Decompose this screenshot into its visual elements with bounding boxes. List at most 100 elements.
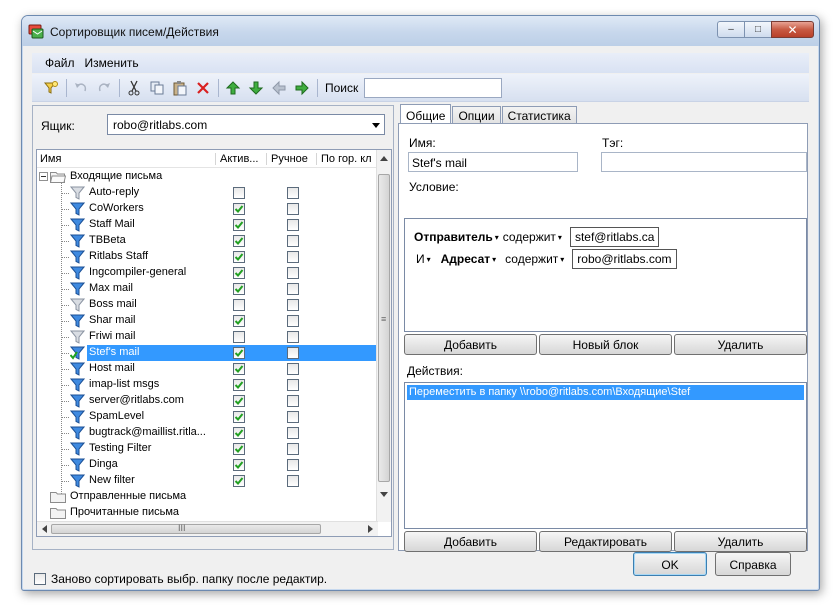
condition-operator[interactable]: содержит (503, 230, 556, 244)
horizontal-scroll-thumb[interactable]: III (51, 523, 321, 534)
maximize-button[interactable]: □ (744, 21, 771, 38)
filter-row[interactable]: Stef's mail (37, 345, 376, 361)
dropdown-arrow-icon[interactable]: ▾ (558, 233, 562, 242)
filter-tree[interactable]: Имя Актив... Ручное По гор. кл Входящие … (36, 149, 392, 537)
active-checkbox[interactable] (233, 203, 245, 215)
filter-row[interactable]: Ritlabs Staff (37, 249, 376, 265)
active-checkbox[interactable] (233, 219, 245, 231)
active-checkbox[interactable] (233, 347, 245, 359)
manual-checkbox[interactable] (287, 427, 299, 439)
dropdown-arrow-icon[interactable]: ▾ (495, 233, 499, 242)
filter-row[interactable]: Boss mail (37, 297, 376, 313)
scroll-left-icon[interactable] (41, 525, 47, 533)
manual-checkbox[interactable] (287, 267, 299, 279)
active-checkbox[interactable] (233, 315, 245, 327)
minimize-button[interactable]: – (717, 21, 744, 38)
name-input[interactable]: Stef's mail (408, 152, 578, 172)
add-condition-button[interactable]: Добавить (404, 334, 537, 355)
filter-row[interactable]: TBBeta (37, 233, 376, 249)
tag-input[interactable] (601, 152, 807, 172)
ok-button[interactable]: OK (633, 552, 707, 576)
folder-row[interactable]: Прочитанные письма (37, 505, 376, 521)
condition-field[interactable]: Отправитель (414, 230, 493, 244)
cut-button[interactable] (123, 78, 145, 98)
active-checkbox[interactable] (233, 283, 245, 295)
filter-row[interactable]: server@ritlabs.com (37, 393, 376, 409)
filter-row[interactable]: Host mail (37, 361, 376, 377)
active-checkbox[interactable] (233, 459, 245, 471)
move-right-button[interactable] (291, 78, 313, 98)
filter-row[interactable]: Max mail (37, 281, 376, 297)
manual-checkbox[interactable] (287, 235, 299, 247)
manual-checkbox[interactable] (287, 347, 299, 359)
copy-button[interactable] (146, 78, 168, 98)
delete-condition-button[interactable]: Удалить (674, 334, 807, 355)
dropdown-arrow-icon[interactable]: ▾ (560, 255, 564, 264)
active-checkbox[interactable] (233, 235, 245, 247)
manual-checkbox[interactable] (287, 299, 299, 311)
manual-checkbox[interactable] (287, 395, 299, 407)
manual-checkbox[interactable] (287, 251, 299, 263)
folder-row[interactable]: Отправленные письма (37, 489, 376, 505)
scroll-down-icon[interactable] (380, 492, 388, 498)
tab-statistics[interactable]: Статистика (501, 106, 577, 124)
move-down-button[interactable] (245, 78, 267, 98)
new-block-button[interactable]: Новый блок (539, 334, 672, 355)
filter-row[interactable]: imap-list msgs (37, 377, 376, 393)
redo-button[interactable] (93, 78, 115, 98)
manual-checkbox[interactable] (287, 379, 299, 391)
filter-row[interactable]: Ingcompiler-general (37, 265, 376, 281)
manual-checkbox[interactable] (287, 411, 299, 423)
manual-checkbox[interactable] (287, 315, 299, 327)
filter-row[interactable]: Shar mail (37, 313, 376, 329)
new-filter-button[interactable] (40, 78, 62, 98)
dropdown-arrow-icon[interactable]: ▾ (427, 255, 431, 264)
condition-value[interactable]: stef@ritlabs.ca (569, 227, 660, 247)
manual-checkbox[interactable] (287, 187, 299, 199)
condition-prefix[interactable]: И (416, 252, 425, 266)
delete-button[interactable] (192, 78, 214, 98)
condition-editor[interactable]: Отправитель ▾ содержит ▾ stef@ritlabs.ca… (404, 218, 807, 332)
filter-row[interactable]: Testing Filter (37, 441, 376, 457)
filter-row[interactable]: bugtrack@maillist.ritla... (37, 425, 376, 441)
mailbox-select[interactable]: robo@ritlabs.com (107, 114, 385, 135)
edit-action-button[interactable]: Редактировать (539, 531, 672, 552)
active-checkbox[interactable] (233, 443, 245, 455)
manual-checkbox[interactable] (287, 219, 299, 231)
title-bar[interactable]: Сортировщик писем/Действия – □ ✕ (22, 16, 819, 46)
active-checkbox[interactable] (233, 395, 245, 407)
active-checkbox[interactable] (233, 299, 245, 311)
column-hotkey[interactable]: По гор. кл (321, 153, 378, 165)
active-checkbox[interactable] (233, 427, 245, 439)
filter-row[interactable]: SpamLevel (37, 409, 376, 425)
filter-row[interactable]: Auto-reply (37, 185, 376, 201)
active-checkbox[interactable] (233, 475, 245, 487)
manual-checkbox[interactable] (287, 475, 299, 487)
active-checkbox[interactable] (233, 267, 245, 279)
filter-row[interactable]: Dinga (37, 457, 376, 473)
scroll-right-icon[interactable] (368, 525, 374, 533)
active-checkbox[interactable] (233, 187, 245, 199)
folder-inbox[interactable]: Входящие письма (37, 169, 376, 185)
active-checkbox[interactable] (233, 411, 245, 423)
move-left-button[interactable] (268, 78, 290, 98)
menu-file[interactable]: Файл (45, 56, 75, 70)
filter-row[interactable]: New filter (37, 473, 376, 489)
filter-row[interactable]: Staff Mail (37, 217, 376, 233)
column-manual[interactable]: Ручное (271, 153, 316, 165)
active-checkbox[interactable] (233, 331, 245, 343)
help-button[interactable]: Справка (715, 552, 791, 576)
manual-checkbox[interactable] (287, 203, 299, 215)
vertical-scroll-thumb[interactable]: ≡ (378, 174, 390, 482)
condition-operator[interactable]: содержит (505, 252, 558, 266)
add-action-button[interactable]: Добавить (404, 531, 537, 552)
filter-row[interactable]: CoWorkers (37, 201, 376, 217)
move-up-button[interactable] (222, 78, 244, 98)
tab-general[interactable]: Общие (400, 104, 452, 124)
filter-row[interactable]: Friwi mail (37, 329, 376, 345)
action-item[interactable]: Переместить в папку \\robo@ritlabs.com\В… (407, 385, 804, 400)
manual-checkbox[interactable] (287, 363, 299, 375)
active-checkbox[interactable] (233, 363, 245, 375)
manual-checkbox[interactable] (287, 443, 299, 455)
tab-options[interactable]: Опции (452, 106, 501, 124)
